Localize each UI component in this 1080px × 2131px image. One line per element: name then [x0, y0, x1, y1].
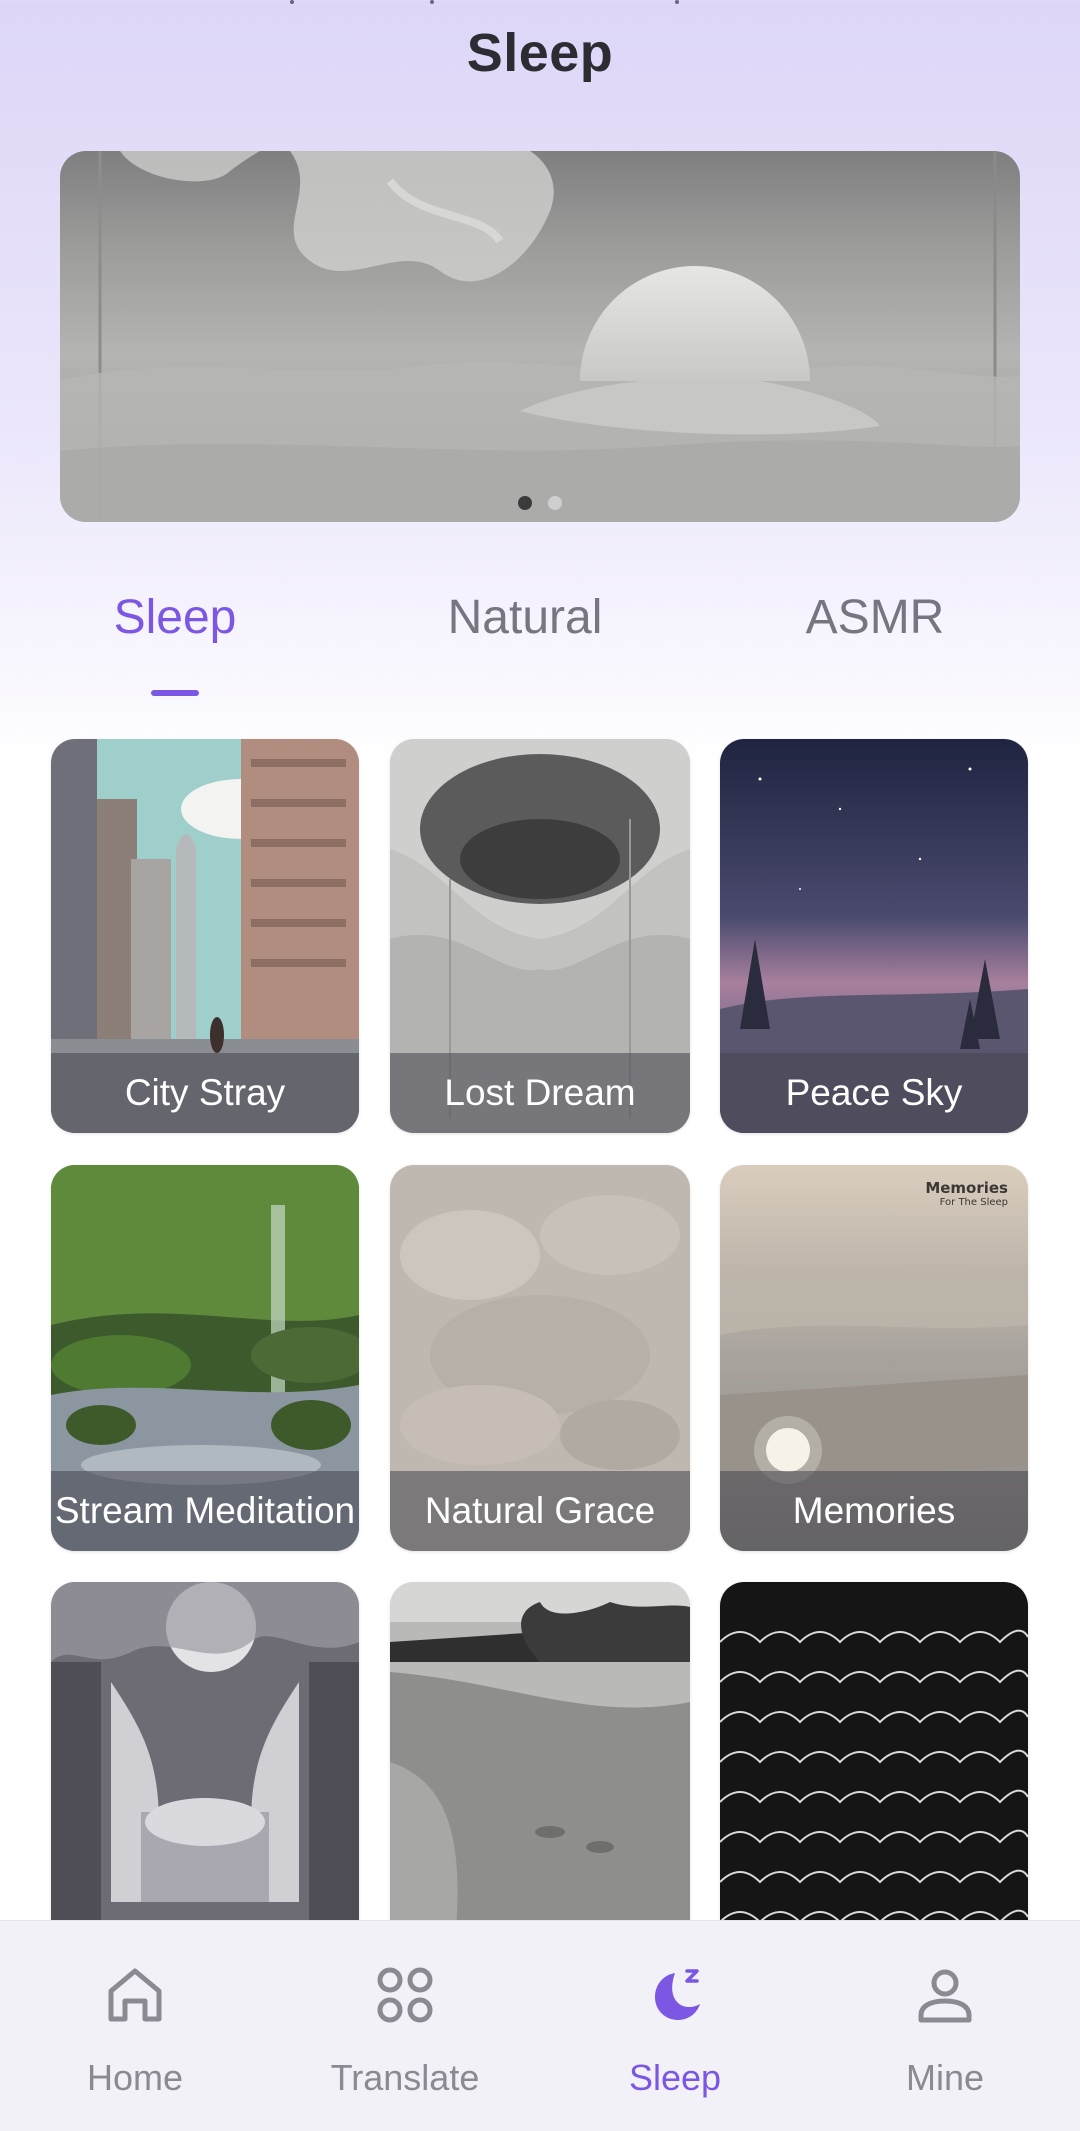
bottom-navigation: Home Translate Sleep Mine	[0, 1920, 1080, 2131]
tab-sleep[interactable]: Sleep	[25, 590, 325, 645]
nav-sleep-label: Sleep	[628, 2057, 722, 2098]
card-title: Peace Sky	[785, 1072, 963, 1113]
card-label-bar: Memories	[720, 1471, 1028, 1551]
card-natural-grace[interactable]: Natural Grace	[390, 1165, 690, 1551]
card-peace-sky[interactable]: Peace Sky	[720, 739, 1028, 1133]
nav-translate[interactable]: Translate	[270, 1921, 540, 2131]
nav-sleep[interactable]: Sleep	[540, 1921, 810, 2131]
memories-art-caption: Memories For The Sleep	[925, 1179, 1008, 1208]
tab-asmr[interactable]: ASMR	[725, 590, 1025, 645]
carousel-dot[interactable]	[548, 496, 562, 510]
nav-home[interactable]: Home	[0, 1921, 270, 2131]
carousel-dot-active[interactable]	[518, 496, 532, 510]
featured-banner[interactable]	[60, 151, 1020, 522]
card-label-bar: Natural Grace	[390, 1471, 690, 1551]
status-bar-remnant	[0, 0, 1080, 6]
nav-mine-label: Mine	[905, 2057, 985, 2098]
card-title: Lost Dream	[444, 1072, 636, 1113]
tab-natural[interactable]: Natural	[375, 590, 675, 645]
carousel-indicator	[60, 496, 1020, 510]
category-tabs: Sleep Natural ASMR	[0, 590, 1080, 700]
card-title: Natural Grace	[424, 1490, 656, 1531]
card-title: Stream Meditation	[54, 1490, 356, 1531]
nav-translate-label: Translate	[330, 2057, 480, 2098]
person-icon	[918, 1969, 972, 2023]
nav-home-label: Home	[86, 2057, 184, 2098]
card-title: City Stray	[124, 1072, 286, 1113]
card-lost-dream[interactable]: Lost Dream	[390, 739, 690, 1133]
home-icon	[108, 1968, 162, 2022]
banner-artwork	[60, 151, 1020, 522]
card-label-bar: Peace Sky	[720, 1053, 1028, 1133]
card-label-bar: City Stray	[51, 1053, 359, 1133]
card-stream-meditation[interactable]: Stream Meditation	[51, 1165, 359, 1551]
page-title: Sleep	[466, 23, 614, 83]
card-city-stray[interactable]: City Stray	[51, 739, 359, 1133]
card-label-bar: Lost Dream	[390, 1053, 690, 1133]
nav-mine[interactable]: Mine	[810, 1921, 1080, 2131]
card-label-bar: Stream Meditation	[51, 1471, 359, 1551]
moon-icon	[655, 1969, 700, 2020]
card-memories[interactable]: Memories For The Sleep Memories	[720, 1165, 1028, 1551]
grid-icon	[377, 1967, 433, 2023]
active-tab-indicator	[151, 690, 199, 696]
card-title: Memories	[792, 1490, 956, 1531]
